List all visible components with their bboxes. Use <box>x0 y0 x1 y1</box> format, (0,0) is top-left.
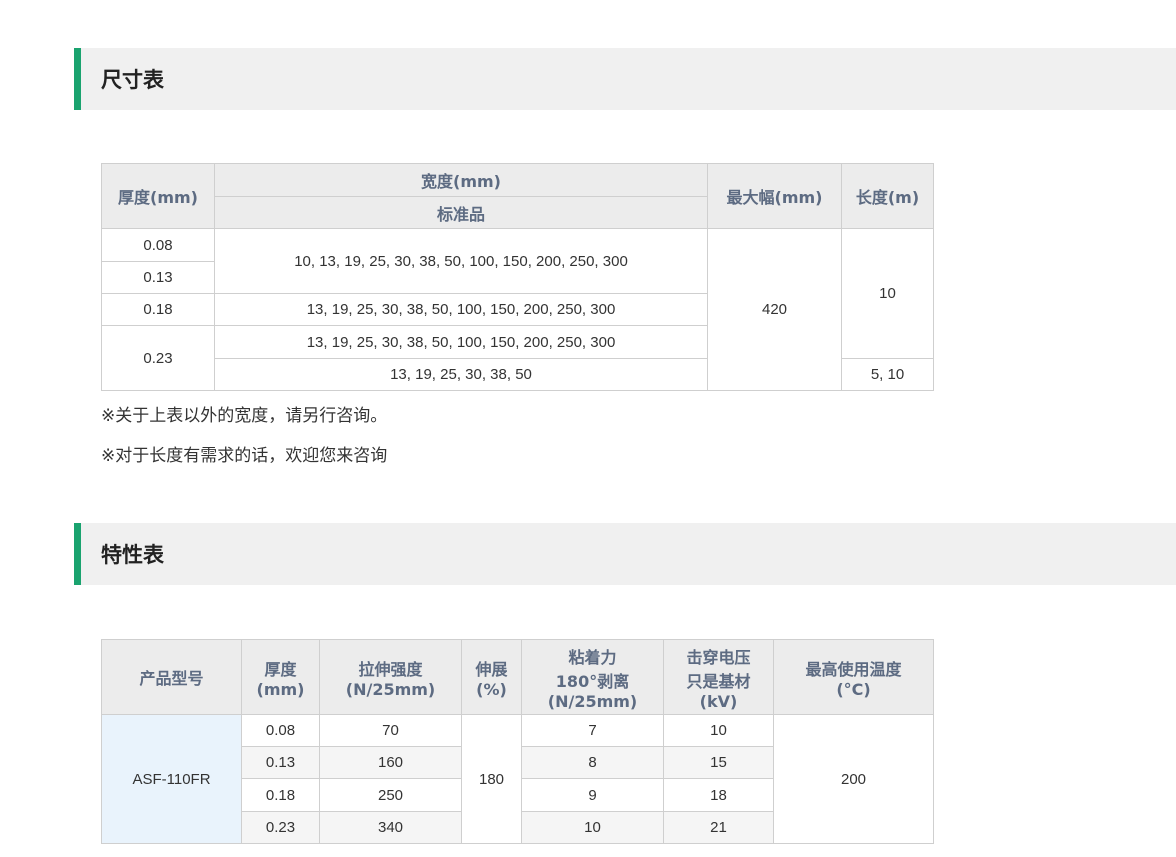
tensile-cell: 70 <box>319 714 462 747</box>
breakdown-cell: 15 <box>663 746 774 779</box>
thickness-cell: 0.23 <box>241 811 320 844</box>
max-width-cell: 420 <box>707 228 842 391</box>
header-tensile: 拉伸强度 (N/25mm) <box>319 639 462 715</box>
size-section-header: 尺寸表 <box>74 48 1176 110</box>
header-standard: 标准品 <box>214 196 708 229</box>
breakdown-cell: 10 <box>663 714 774 747</box>
breakdown-cell: 21 <box>663 811 774 844</box>
thickness-cell: 0.08 <box>241 714 320 747</box>
property-section-title: 特性表 <box>101 543 164 567</box>
width-cell: 10, 13, 19, 25, 30, 38, 50, 100, 150, 20… <box>214 228 708 294</box>
adhesion-cell: 10 <box>521 811 664 844</box>
header-thickness: 厚度(mm) <box>101 163 215 229</box>
thickness-cell: 0.18 <box>101 293 215 326</box>
property-table: 产品型号 厚度 (mm) 拉伸强度 (N/25mm) 伸展 (%) 粘着力 180°剥离… <box>101 639 934 844</box>
header-breakdown: 击穿电压 只是基材 (kV) <box>663 639 774 715</box>
size-note: ※对于长度有需求的话，欢迎您来咨询 <box>101 446 388 466</box>
thickness-cell: 0.08 <box>101 228 215 262</box>
size-table: 厚度(mm) 宽度(mm) 最大幅(mm) 长度(m) 标准品 0.08 10,… <box>101 163 934 391</box>
header-thickness: 厚度(mm) <box>241 639 320 715</box>
property-section-header: 特性表 <box>74 523 1176 585</box>
model-cell: ASF-110FR <box>101 714 242 844</box>
size-section-title: 尺寸表 <box>101 68 164 92</box>
width-cell: 13, 19, 25, 30, 38, 50, 100, 150, 200, 2… <box>214 325 708 359</box>
width-cell: 13, 19, 25, 30, 38, 50 <box>214 358 708 391</box>
tensile-cell: 250 <box>319 778 462 812</box>
header-width: 宽度(mm) <box>214 163 708 197</box>
thickness-cell: 0.23 <box>101 325 215 391</box>
thickness-cell: 0.13 <box>241 746 320 779</box>
breakdown-cell: 18 <box>663 778 774 812</box>
header-elongation: 伸展 (%) <box>461 639 522 715</box>
header-model: 产品型号 <box>101 639 242 715</box>
thickness-cell: 0.18 <box>241 778 320 812</box>
size-note: ※关于上表以外的宽度，请另行咨询。 <box>101 406 388 426</box>
adhesion-cell: 7 <box>521 714 664 747</box>
header-max-width: 最大幅(mm) <box>707 163 842 229</box>
adhesion-cell: 8 <box>521 746 664 779</box>
thickness-cell: 0.13 <box>101 261 215 294</box>
header-max-temp: 最高使用温度 (°C) <box>773 639 934 715</box>
max-temp-cell: 200 <box>773 714 934 844</box>
header-length: 长度(m) <box>841 163 934 229</box>
tensile-cell: 340 <box>319 811 462 844</box>
length-cell: 5, 10 <box>841 358 934 391</box>
tensile-cell: 160 <box>319 746 462 779</box>
header-adhesion: 粘着力 180°剥离 (N/25mm) <box>521 639 664 715</box>
length-cell: 10 <box>841 228 934 359</box>
adhesion-cell: 9 <box>521 778 664 812</box>
elongation-cell: 180 <box>461 714 522 844</box>
width-cell: 13, 19, 25, 30, 38, 50, 100, 150, 200, 2… <box>214 293 708 326</box>
